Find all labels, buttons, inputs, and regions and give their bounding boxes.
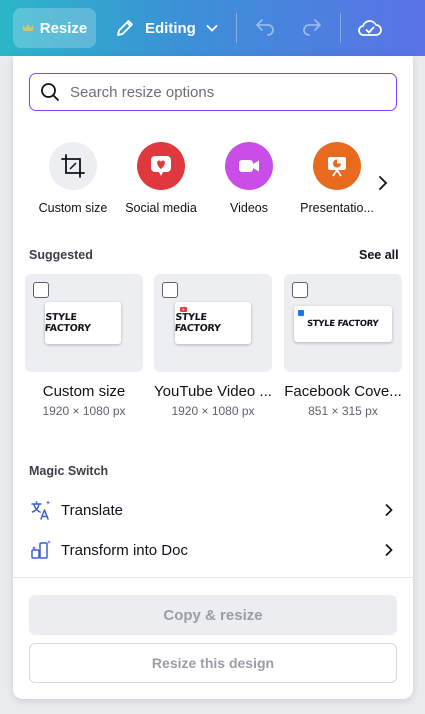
category-social-media[interactable]: Social media — [113, 142, 209, 215]
translate-icon — [31, 500, 50, 520]
category-label: Videos — [230, 201, 268, 215]
design-preview: STYLE FACTORY — [174, 302, 251, 344]
category-custom-size[interactable]: Custom size — [25, 142, 121, 215]
card-dimensions: 851 × 315 px — [308, 404, 378, 418]
category-label: Presentatio... — [300, 201, 374, 215]
editing-label: Editing — [145, 19, 196, 37]
magic-switch-heading: Magic Switch — [29, 464, 109, 478]
chevron-right-icon — [385, 544, 393, 556]
resize-panel: Custom size Social media Videos — [13, 56, 413, 699]
translate-option[interactable]: Translate — [29, 495, 397, 525]
search-input[interactable] — [70, 83, 370, 101]
preview-logo-text: STYLE FACTORY — [44, 312, 91, 334]
card-name: Facebook Cove... — [284, 383, 402, 400]
design-preview: STYLE FACTORY — [44, 302, 121, 344]
suggested-card[interactable]: STYLE FACTORY Custom size 1920 × 1080 px — [25, 274, 143, 418]
divider — [13, 577, 413, 578]
card-thumbnail: STYLE FACTORY — [284, 274, 402, 372]
translate-label: Translate — [61, 501, 123, 519]
preview-logo-text: STYLE FACTORY — [174, 312, 221, 334]
editing-mode-button[interactable]: Editing — [112, 8, 224, 48]
transform-into-doc-option[interactable]: Transform into Doc — [29, 535, 397, 565]
chevron-right-icon — [385, 504, 393, 516]
copy-and-resize-button[interactable]: Copy & resize — [29, 595, 397, 635]
video-camera-icon — [225, 142, 273, 190]
magic-doc-icon — [31, 540, 51, 559]
card-name: YouTube Video ... — [154, 383, 272, 400]
select-checkbox[interactable] — [292, 282, 308, 298]
category-row: Custom size Social media Videos Presenta… — [13, 142, 413, 218]
chevron-right-icon[interactable] — [373, 173, 393, 193]
presentation-chart-icon — [313, 142, 361, 190]
select-checkbox[interactable] — [162, 282, 178, 298]
suggested-heading: Suggested — [29, 248, 93, 262]
transform-into-doc-label: Transform into Doc — [61, 541, 188, 559]
card-thumbnail: STYLE FACTORY — [154, 274, 272, 372]
facebook-icon — [298, 310, 304, 316]
card-name: Custom size — [42, 383, 126, 400]
chevron-down-icon — [206, 25, 218, 32]
card-dimensions: 1920 × 1080 px — [171, 404, 255, 418]
see-all-link[interactable]: See all — [359, 248, 399, 262]
suggested-card[interactable]: STYLE FACTORY YouTube Video ... 1920 × 1… — [154, 274, 272, 418]
search-box[interactable] — [29, 73, 397, 111]
cloud-saved-icon[interactable] — [357, 15, 383, 41]
preview-logo-text: STYLE FACTORY — [307, 319, 379, 329]
card-dimensions: 1920 × 1080 px — [42, 404, 126, 418]
design-preview: STYLE FACTORY — [294, 306, 392, 342]
card-thumbnail: STYLE FACTORY — [25, 274, 143, 372]
resize-this-design-button[interactable]: Resize this design — [29, 643, 397, 683]
resize-label: Resize — [39, 19, 88, 37]
top-toolbar: Resize Editing — [0, 0, 425, 56]
pencil-icon — [117, 20, 133, 36]
category-label: Social media — [125, 201, 197, 215]
crown-icon — [22, 24, 34, 31]
redo-icon[interactable] — [300, 16, 324, 40]
suggested-card[interactable]: STYLE FACTORY Facebook Cove... 851 × 315… — [284, 274, 402, 418]
category-videos[interactable]: Videos — [201, 142, 297, 215]
heart-chat-icon — [137, 142, 185, 190]
category-presentations[interactable]: Presentatio... — [289, 142, 385, 215]
toolbar-divider — [236, 13, 237, 43]
resize-button[interactable]: Resize — [13, 8, 96, 48]
toolbar-divider — [340, 13, 341, 43]
undo-icon[interactable] — [253, 16, 277, 40]
crop-resize-icon — [49, 142, 97, 190]
search-icon — [41, 83, 59, 101]
select-checkbox[interactable] — [33, 282, 49, 298]
category-label: Custom size — [38, 201, 108, 215]
